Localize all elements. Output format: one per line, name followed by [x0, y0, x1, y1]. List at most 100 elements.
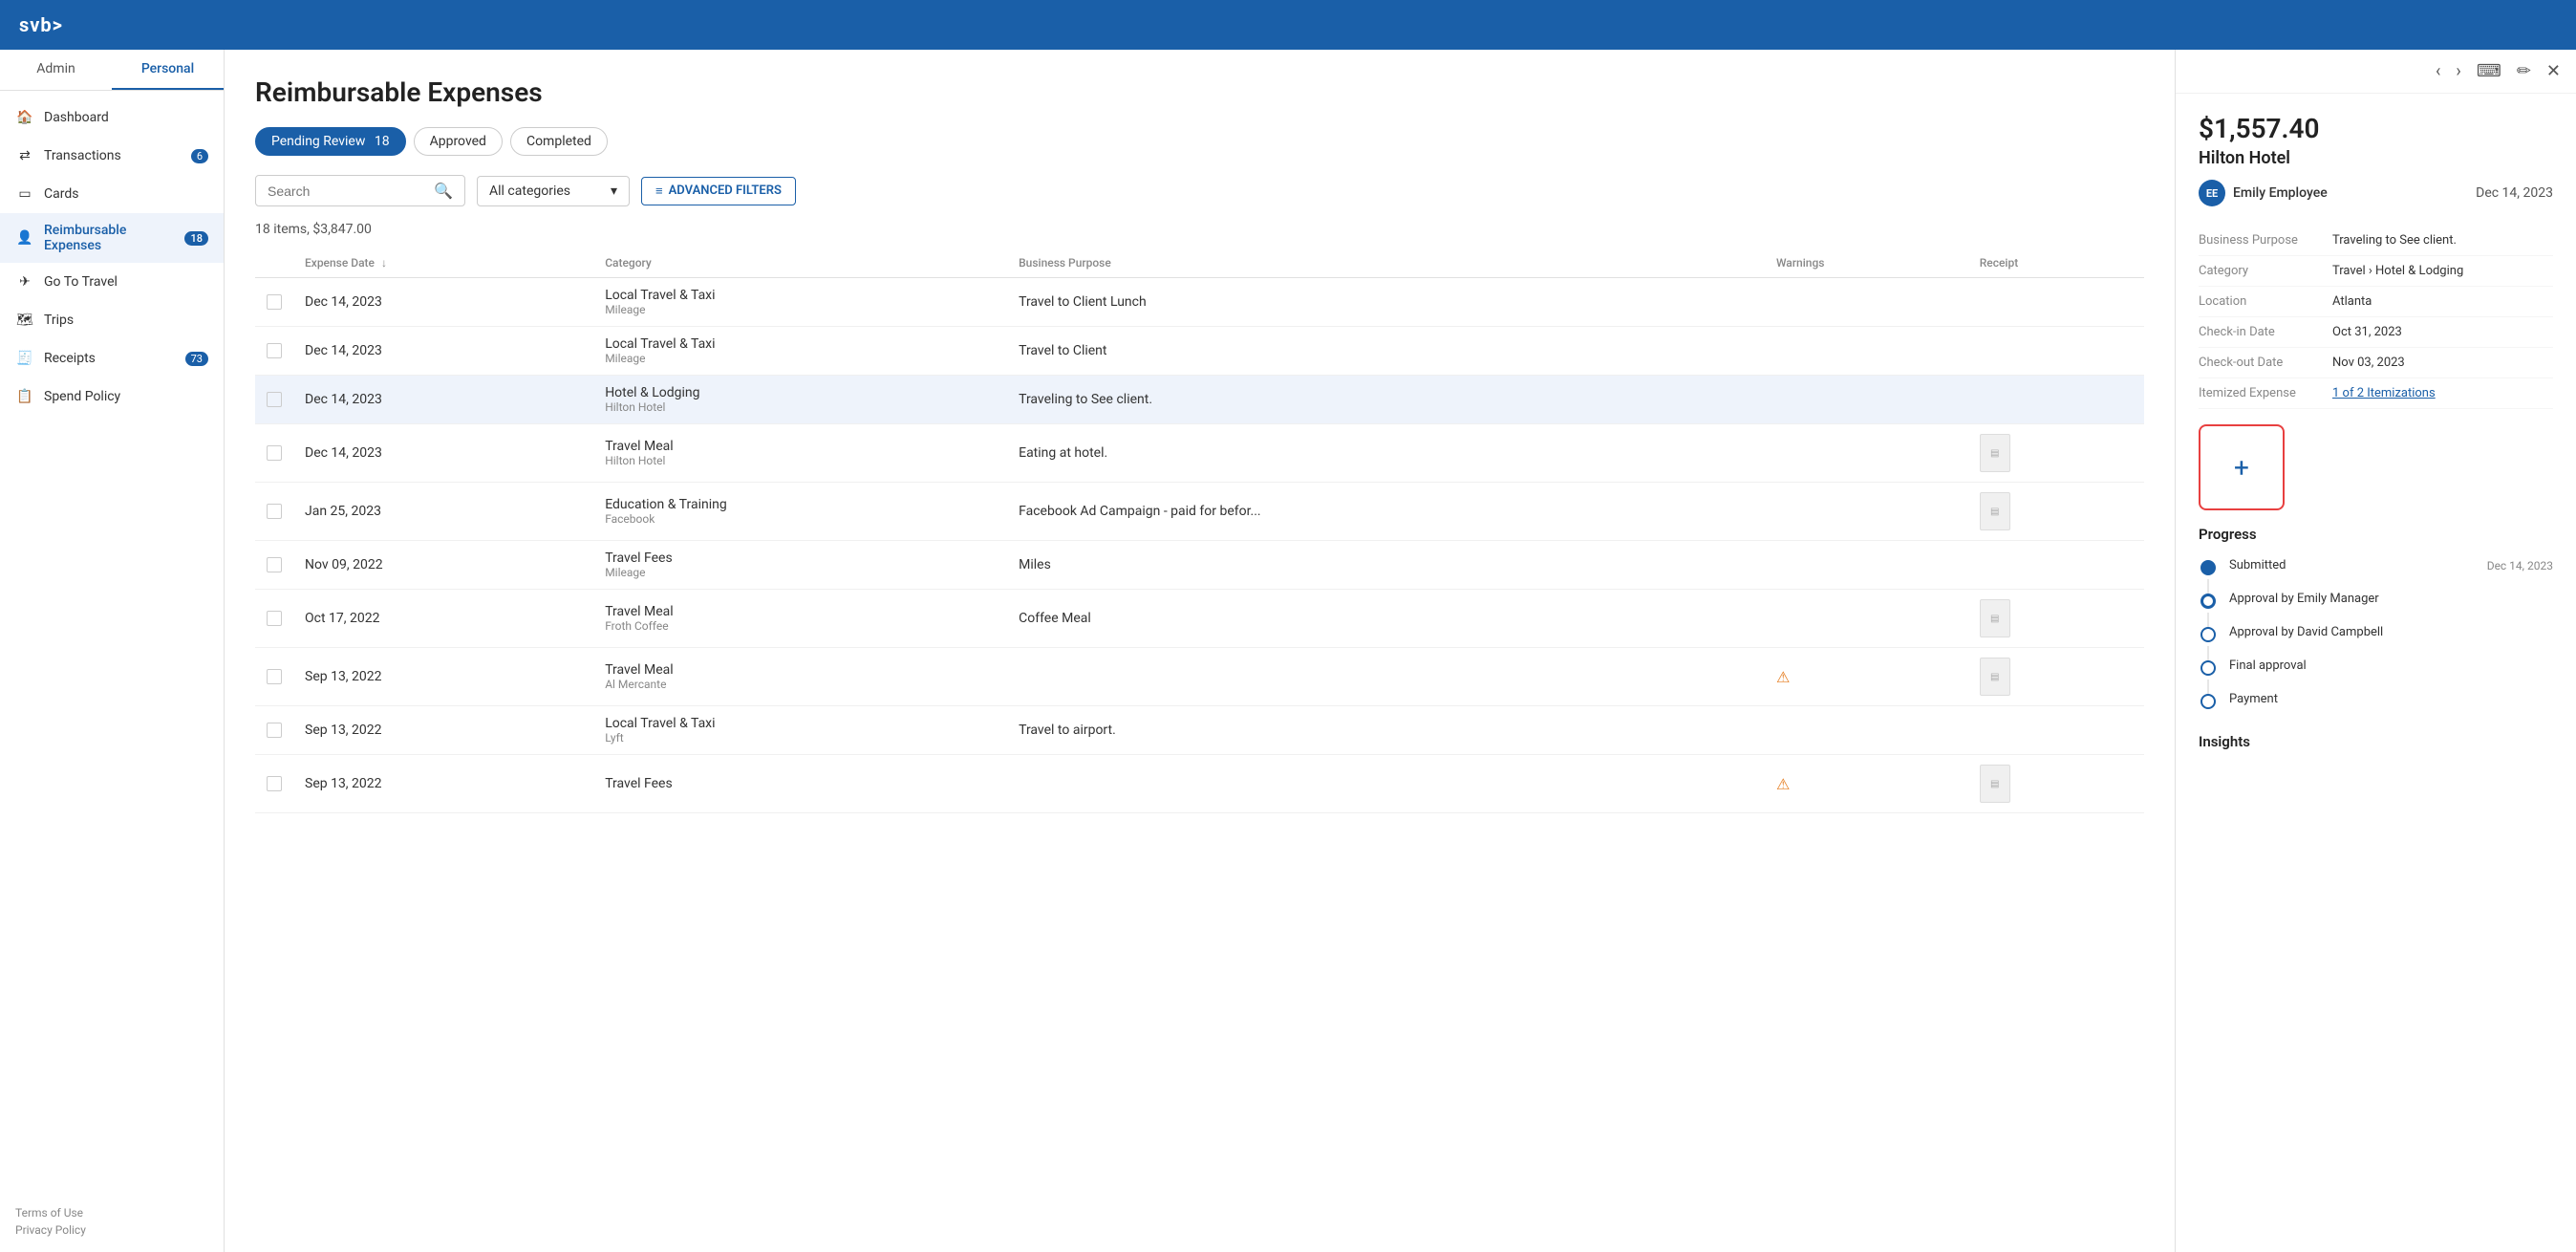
row-purpose: Travel to Client Lunch — [1007, 278, 1765, 327]
table-row[interactable]: Sep 13, 2022 Travel Fees ⚠ ▤ — [255, 755, 2144, 813]
sidebar-item-dashboard[interactable]: 🏠 Dashboard — [0, 98, 224, 137]
filter-icon: ≡ — [655, 183, 663, 199]
sidebar-label-spend-policy: Spend Policy — [44, 389, 120, 404]
table-row[interactable]: Nov 09, 2022 Travel Fees Mileage Miles — [255, 541, 2144, 590]
checkin-value: Oct 31, 2023 — [2332, 325, 2402, 339]
row-category: Education & Training Facebook — [593, 483, 1007, 541]
table-row[interactable]: Sep 13, 2022 Local Travel & Taxi Lyft Tr… — [255, 706, 2144, 755]
table-row[interactable]: Oct 17, 2022 Travel Meal Froth Coffee Co… — [255, 590, 2144, 648]
itemized-label: Itemized Expense — [2199, 386, 2332, 400]
progress-dot — [2200, 694, 2216, 709]
col-receipt: Receipt — [1968, 248, 2144, 278]
business-purpose-label: Business Purpose — [2199, 233, 2332, 248]
row-receipt — [1968, 278, 2144, 327]
table-row[interactable]: Jan 25, 2023 Education & Training Facebo… — [255, 483, 2144, 541]
row-category: Hotel & Lodging Hilton Hotel — [593, 376, 1007, 424]
row-checkbox[interactable] — [267, 343, 282, 358]
row-checkbox[interactable] — [267, 669, 282, 684]
employee-name: Emily Employee — [2233, 185, 2328, 201]
tab-personal[interactable]: Personal — [112, 50, 224, 90]
row-checkbox[interactable] — [267, 611, 282, 626]
privacy-link[interactable]: Privacy Policy — [15, 1223, 208, 1237]
terms-link[interactable]: Terms of Use — [15, 1206, 208, 1220]
progress-row: Submitted Dec 14, 2023 — [2229, 558, 2553, 572]
keyboard-icon[interactable]: ⌨ — [2477, 61, 2501, 81]
receipt-thumbnail: ▤ — [1980, 599, 2010, 637]
close-icon[interactable]: ✕ — [2546, 61, 2561, 81]
row-receipt — [1968, 541, 2144, 590]
row-checkbox[interactable] — [267, 723, 282, 738]
employee-row: EE Emily Employee Dec 14, 2023 — [2199, 180, 2553, 206]
dashboard-icon: 🏠 — [15, 108, 34, 127]
col-expense-date[interactable]: Expense Date ↓ — [293, 248, 593, 278]
sidebar-label-receipts: Receipts — [44, 351, 96, 366]
page-title: Reimbursable Expenses — [255, 76, 2144, 108]
table-row[interactable]: Dec 14, 2023 Local Travel & Taxi Mileage… — [255, 278, 2144, 327]
progress-dot-container — [2199, 558, 2218, 575]
filter-tab-pending[interactable]: Pending Review 18 — [255, 127, 406, 156]
prev-icon[interactable]: ‹ — [2436, 61, 2440, 81]
table-row[interactable]: Dec 14, 2023 Hotel & Lodging Hilton Hote… — [255, 376, 2144, 424]
edit-icon[interactable]: ✏ — [2517, 61, 2531, 81]
advanced-filters-button[interactable]: ≡ ADVANCED FILTERS — [641, 177, 796, 205]
progress-info: Submitted Dec 14, 2023 — [2229, 558, 2553, 592]
sidebar-item-trips[interactable]: 🗺 Trips — [0, 301, 224, 339]
row-receipt — [1968, 376, 2144, 424]
sidebar-item-spend-policy[interactable]: 📋 Spend Policy — [0, 378, 224, 416]
col-category: Category — [593, 248, 1007, 278]
receipts-icon: 🧾 — [15, 349, 34, 368]
table-row[interactable]: Dec 14, 2023 Travel Meal Hilton Hotel Ea… — [255, 424, 2144, 483]
row-purpose — [1007, 648, 1765, 706]
row-checkbox[interactable] — [267, 557, 282, 572]
sidebar-item-go-to-travel[interactable]: ✈ Go To Travel — [0, 263, 224, 301]
search-icon: 🔍 — [434, 182, 453, 200]
sidebar-item-cards[interactable]: ▭ Cards — [0, 175, 224, 213]
row-purpose: Travel to airport. — [1007, 706, 1765, 755]
progress-step: Approval by David Campbell — [2199, 625, 2553, 658]
row-receipt: ▤ — [1968, 648, 2144, 706]
row-category: Local Travel & Taxi Mileage — [593, 278, 1007, 327]
category-select[interactable]: All categories ▾ — [477, 176, 630, 206]
warning-icon: ⚠ — [1776, 775, 1790, 793]
location-value: Atlanta — [2332, 294, 2372, 309]
filter-tab-approved[interactable]: Approved — [414, 127, 503, 156]
search-box[interactable]: 🔍 — [255, 175, 465, 206]
progress-step: Final approval — [2199, 658, 2553, 692]
row-date: Dec 14, 2023 — [293, 424, 593, 483]
search-input[interactable] — [268, 183, 426, 199]
table-row[interactable]: Sep 13, 2022 Travel Meal Al Mercante ⚠ ▤ — [255, 648, 2144, 706]
transactions-badge: 6 — [191, 149, 208, 163]
sidebar-item-reimbursable[interactable]: 👤 Reimbursable Expenses 18 — [0, 213, 224, 263]
sidebar-label-trips: Trips — [44, 313, 74, 328]
row-purpose: Traveling to See client. — [1007, 376, 1765, 424]
progress-dot-container — [2199, 692, 2218, 709]
progress-step-name: Final approval — [2229, 658, 2307, 673]
progress-row: Final approval — [2229, 658, 2553, 673]
panel-header: ‹ › ⌨ ✏ ✕ — [2176, 50, 2576, 94]
row-checkbox[interactable] — [267, 445, 282, 461]
category-row: Category Travel › Hotel & Lodging — [2199, 256, 2553, 287]
tab-admin[interactable]: Admin — [0, 50, 112, 90]
receipt-upload-button[interactable]: + — [2199, 424, 2285, 510]
sidebar-item-transactions[interactable]: ⇄ Transactions 6 — [0, 137, 224, 175]
row-category: Travel Meal Froth Coffee — [593, 590, 1007, 648]
avatar: EE — [2199, 180, 2225, 206]
table-row[interactable]: Dec 14, 2023 Local Travel & Taxi Mileage… — [255, 327, 2144, 376]
row-checkbox[interactable] — [267, 776, 282, 791]
row-checkbox[interactable] — [267, 392, 282, 407]
filter-tab-completed[interactable]: Completed — [510, 127, 608, 156]
row-date: Dec 14, 2023 — [293, 278, 593, 327]
row-receipt: ▤ — [1968, 424, 2144, 483]
itemized-value[interactable]: 1 of 2 Itemizations — [2332, 386, 2436, 400]
plus-icon: + — [2234, 452, 2249, 484]
sidebar-item-receipts[interactable]: 🧾 Receipts 73 — [0, 339, 224, 378]
row-checkbox[interactable] — [267, 504, 282, 519]
checkout-row: Check-out Date Nov 03, 2023 — [2199, 348, 2553, 378]
items-count: 18 items, $3,847.00 — [255, 222, 2144, 237]
progress-info: Approval by David Campbell — [2229, 625, 2553, 658]
row-checkbox[interactable] — [267, 294, 282, 310]
itemized-row: Itemized Expense 1 of 2 Itemizations — [2199, 378, 2553, 409]
next-icon[interactable]: › — [2456, 61, 2460, 81]
row-warning — [1765, 706, 1968, 755]
progress-row: Approval by David Campbell — [2229, 625, 2553, 639]
